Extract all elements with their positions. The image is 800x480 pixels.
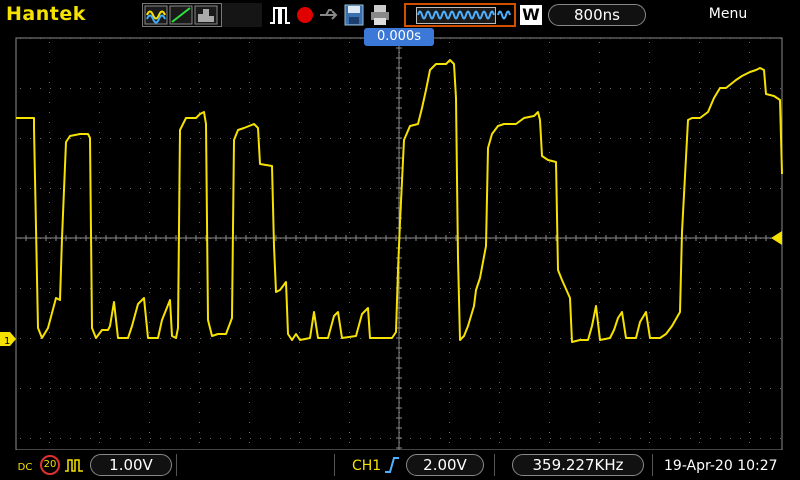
top-status-bar: Hantek W 800ns Menu [0,0,800,30]
frequency-readout: 359.227KHz [512,454,644,476]
print-icon[interactable] [370,4,390,26]
divider [494,454,495,476]
menu-button[interactable]: Menu [690,6,766,26]
ch1-marker-label: 1 [4,336,10,347]
stop-indicator-icon[interactable] [297,7,313,23]
rising-edge-icon [385,457,399,473]
trigger-pulse-icon [270,7,290,24]
memory-waveform-icon [417,10,511,20]
acquire-mode-icon [144,5,218,25]
trigger-level-value[interactable]: 2.00V [406,454,484,476]
trigger-status-badge: W [520,5,542,25]
bandwidth-limit-icon [65,459,83,472]
run-state-cell [222,3,262,27]
waveform-display: 1 [0,30,800,450]
acquire-mode-icons[interactable] [142,3,222,27]
ch1-volts-per-div[interactable]: 1.00V [90,454,172,476]
brand-logo: Hantek [6,3,86,25]
bottom-status-bar: DC 20 1.00V CH1 2.00V 359.227KHz 19-Apr-… [0,450,800,480]
trigger-source-label[interactable]: CH1 [352,458,381,474]
trigger-position-badge[interactable]: 0.000s [364,28,434,46]
timebase-value[interactable]: 800ns [548,4,646,26]
probe-attenuation-badge[interactable]: 20 [40,455,60,475]
date-time: 19-Apr-20 10:27 [664,458,778,474]
usb-icon [320,9,338,20]
coupling-label: DC [17,462,33,473]
divider [334,454,335,476]
divider [176,454,177,476]
divider [652,454,653,476]
memory-depth-bar [404,3,516,27]
save-icon[interactable] [344,4,364,26]
